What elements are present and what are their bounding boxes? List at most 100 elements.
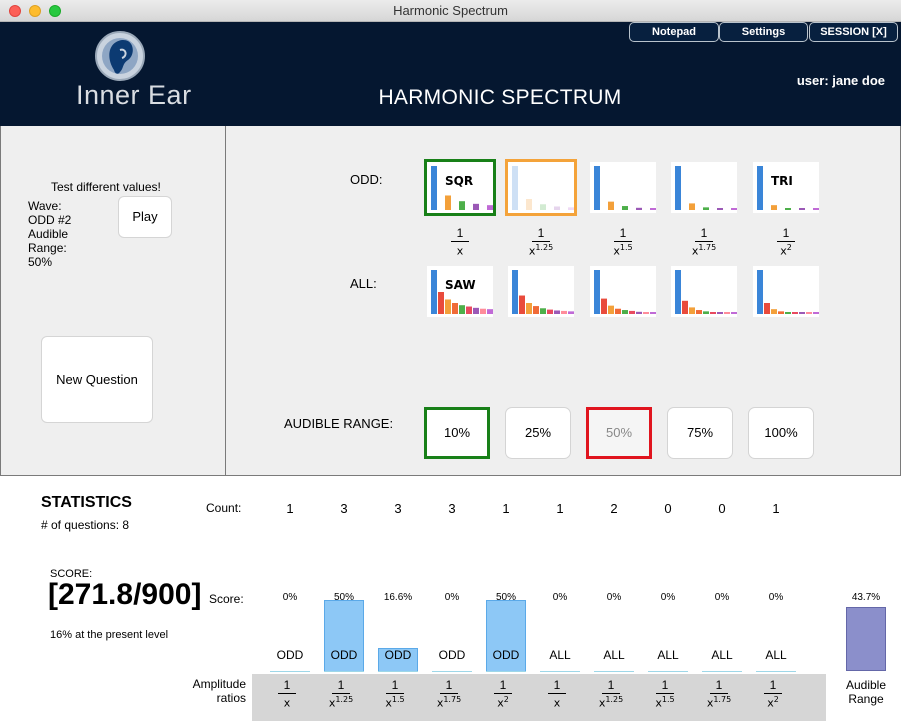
audible-range-option[interactable]: 75%: [667, 407, 733, 459]
count-value: 2: [610, 501, 618, 516]
session-close-button[interactable]: SESSION [X]: [809, 22, 898, 42]
fraction-denominator: x1.5: [375, 695, 415, 710]
statistics-title: STATISTICS: [41, 494, 132, 511]
fraction-denominator: x: [267, 695, 307, 710]
play-button[interactable]: Play: [118, 196, 172, 238]
count-value: 0: [718, 501, 726, 516]
amplitude-fraction: 1 x1.5: [645, 678, 685, 710]
all-wave-tile[interactable]: SAW: [427, 266, 493, 317]
info-range-label: Audible: [28, 227, 69, 241]
score-underline: [378, 671, 418, 672]
score-level: 16% at the present level: [50, 629, 169, 641]
odd-row-label: ODD:: [350, 172, 383, 187]
score-wave-type: ODD: [276, 648, 304, 662]
odd-wave-tile[interactable]: TRI: [753, 162, 819, 213]
odd-wave-tile[interactable]: SQR: [424, 159, 496, 216]
fraction-denominator: x1.25: [521, 243, 561, 258]
count-value: 1: [772, 501, 780, 516]
count-value: 1: [556, 501, 564, 516]
fraction-bar: [278, 693, 296, 694]
score-underline: [432, 671, 472, 672]
amp-label-line2: ratios: [216, 691, 246, 705]
fraction-numerator: 1: [715, 678, 723, 692]
odd-wave-tile[interactable]: [505, 159, 577, 216]
all-wave-tile[interactable]: [590, 266, 656, 317]
score-percent: 50%: [495, 592, 516, 603]
score-label: Score:: [209, 592, 244, 606]
odd-wave-tile[interactable]: [671, 162, 737, 213]
all-wave-tile[interactable]: [753, 266, 819, 317]
score-underline: [486, 671, 526, 672]
fraction-bar: [764, 693, 782, 694]
fraction-bar: [614, 241, 632, 242]
score-column: 16.6% ODD: [378, 592, 418, 672]
odd-wave-tile[interactable]: [590, 162, 656, 213]
fraction-numerator: 1: [499, 678, 507, 692]
amplitude-fraction: 1 x2: [483, 678, 523, 710]
all-row-label: ALL:: [350, 276, 377, 291]
score-percent: 50%: [333, 592, 354, 603]
audible-range-pct: 43.7%: [851, 592, 881, 603]
fraction-numerator: 1: [445, 678, 453, 692]
fraction-bar: [656, 693, 674, 694]
all-wave-tile[interactable]: [671, 266, 737, 317]
score-wave-type: ALL: [549, 648, 571, 662]
score-percent: 0%: [660, 592, 676, 603]
fraction-numerator: 1: [553, 678, 561, 692]
logo-text: Inner Ear: [76, 80, 192, 110]
score-column: 50% ODD: [324, 592, 364, 672]
harmonic-spectrum-icon: [594, 166, 656, 210]
fraction-exponent: 2: [773, 695, 779, 704]
window-titlebar: Harmonic Spectrum: [0, 0, 901, 22]
window-title: Harmonic Spectrum: [393, 3, 508, 18]
count-value: 0: [664, 501, 672, 516]
fraction-denominator: x2: [483, 695, 523, 710]
audible-range-option[interactable]: 50%: [586, 407, 652, 459]
audible-range-option[interactable]: 100%: [748, 407, 814, 459]
score-wave-type: ALL: [765, 648, 787, 662]
fraction-denominator: x1.25: [321, 695, 361, 710]
fraction-bar: [695, 241, 713, 242]
audible-range-option[interactable]: 10%: [424, 407, 490, 459]
amplitude-fraction: 1 x2: [753, 678, 793, 710]
audible-range-label: AUDIBLE RANGE:: [284, 416, 394, 431]
fraction-numerator: 1: [769, 678, 777, 692]
score-underline: [756, 671, 796, 672]
fraction-numerator: 1: [283, 678, 291, 692]
fraction-numerator: 1: [619, 226, 627, 240]
settings-button[interactable]: Settings: [719, 22, 808, 42]
count-value: 1: [502, 501, 510, 516]
fraction-bar: [494, 693, 512, 694]
fraction-exponent: 1.25: [335, 695, 354, 704]
info-wave-value: ODD #2: [28, 213, 72, 227]
score-percent: 16.6%: [383, 592, 413, 603]
fraction-denominator: x: [440, 243, 480, 258]
score-column: 0% ALL: [756, 592, 796, 672]
new-question-button[interactable]: New Question: [41, 336, 153, 423]
score-wave-type: ALL: [711, 648, 733, 662]
score-column: 0% ALL: [702, 592, 742, 672]
score-percent: 0%: [444, 592, 460, 603]
harmonic-spectrum-icon: [757, 270, 819, 314]
fraction-bar: [451, 241, 469, 242]
score-percent: 0%: [714, 592, 730, 603]
score-percent: 0%: [606, 592, 622, 603]
all-wave-tile[interactable]: [508, 266, 574, 317]
wave-tile-name: SQR: [445, 174, 474, 188]
audible-caption-line1: Audible: [845, 678, 887, 692]
score-column: 0% ODD: [270, 592, 310, 672]
info-wave-label: Wave:: [28, 199, 62, 213]
fraction-numerator: 1: [782, 226, 790, 240]
count-value: 3: [340, 501, 348, 516]
notepad-button[interactable]: Notepad: [629, 22, 719, 42]
fraction-exponent: 1.75: [698, 243, 717, 252]
count-value: 3: [448, 501, 456, 516]
audible-range-option[interactable]: 25%: [505, 407, 571, 459]
fraction-exponent: 2: [503, 695, 509, 704]
amplitude-fraction: 1 x1.25: [321, 678, 361, 710]
amplitude-fraction: 1 x1.5: [375, 678, 415, 710]
fraction-denominator: x1.75: [699, 695, 739, 710]
score-wave-type: ALL: [657, 648, 679, 662]
question-panel: Test different values! Wave: ODD #2 Audi…: [0, 126, 226, 476]
score-column: 0% ALL: [594, 592, 634, 672]
